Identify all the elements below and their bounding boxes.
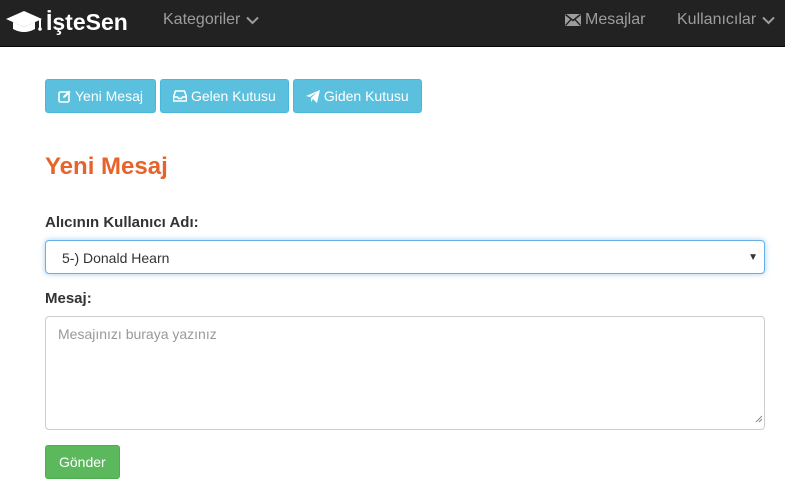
- message-textarea[interactable]: Mesajınızı buraya yazınız: [45, 316, 765, 430]
- recipient-selected-value: 5-) Donald Hearn: [62, 250, 170, 266]
- paper-plane-icon: [305, 89, 324, 103]
- nav-kullanicilar-dropdown[interactable]: Kullanıcılar: [677, 0, 775, 40]
- message-placeholder: Mesajınızı buraya yazınız: [58, 326, 217, 342]
- message-label: Mesaj:: [45, 290, 92, 307]
- recipient-select[interactable]: 5-) Donald Hearn ▼: [45, 240, 765, 274]
- nav-kategoriler-dropdown[interactable]: Kategoriler: [163, 0, 260, 40]
- nav-kullanicilar-label: Kullanıcılar: [677, 11, 757, 28]
- gelen-kutusu-button[interactable]: Gelen Kutusu: [159, 79, 289, 113]
- submit-button[interactable]: Gönder: [45, 445, 120, 479]
- giden-kutusu-button[interactable]: Giden Kutusu: [292, 79, 422, 113]
- brand-link[interactable]: İşteSen: [4, 6, 128, 38]
- envelope-icon: [565, 14, 581, 26]
- gelen-kutusu-label: Gelen Kutusu: [190, 88, 276, 104]
- message-toolbar: Yeni Mesaj Gelen Kutusu Giden Kutusu: [45, 79, 426, 113]
- resize-handle-icon[interactable]: [755, 410, 763, 428]
- nav-kategoriler-label: Kategoriler: [163, 11, 241, 28]
- inbox-icon: [172, 90, 191, 102]
- brand-name: İşteSen: [46, 8, 128, 35]
- chevron-down-icon: [246, 16, 260, 25]
- caret-down-icon: ▼: [748, 252, 758, 263]
- graduation-cap-icon: [4, 8, 44, 36]
- recipient-label: Alıcının Kullanıcı Adı:: [45, 214, 199, 231]
- yeni-mesaj-button[interactable]: Yeni Mesaj: [45, 79, 156, 113]
- nav-mesajlar-link[interactable]: Mesajlar: [565, 0, 645, 40]
- page-title: Yeni Mesaj: [45, 153, 168, 180]
- yeni-mesaj-label: Yeni Mesaj: [75, 88, 143, 104]
- top-navbar: İşteSen Kategoriler Mesajlar Kullanıcıla…: [0, 0, 785, 47]
- chevron-down-icon: [762, 16, 775, 25]
- nav-mesajlar-label: Mesajlar: [585, 11, 646, 28]
- giden-kutusu-label: Giden Kutusu: [323, 88, 409, 104]
- edit-icon: [58, 90, 75, 103]
